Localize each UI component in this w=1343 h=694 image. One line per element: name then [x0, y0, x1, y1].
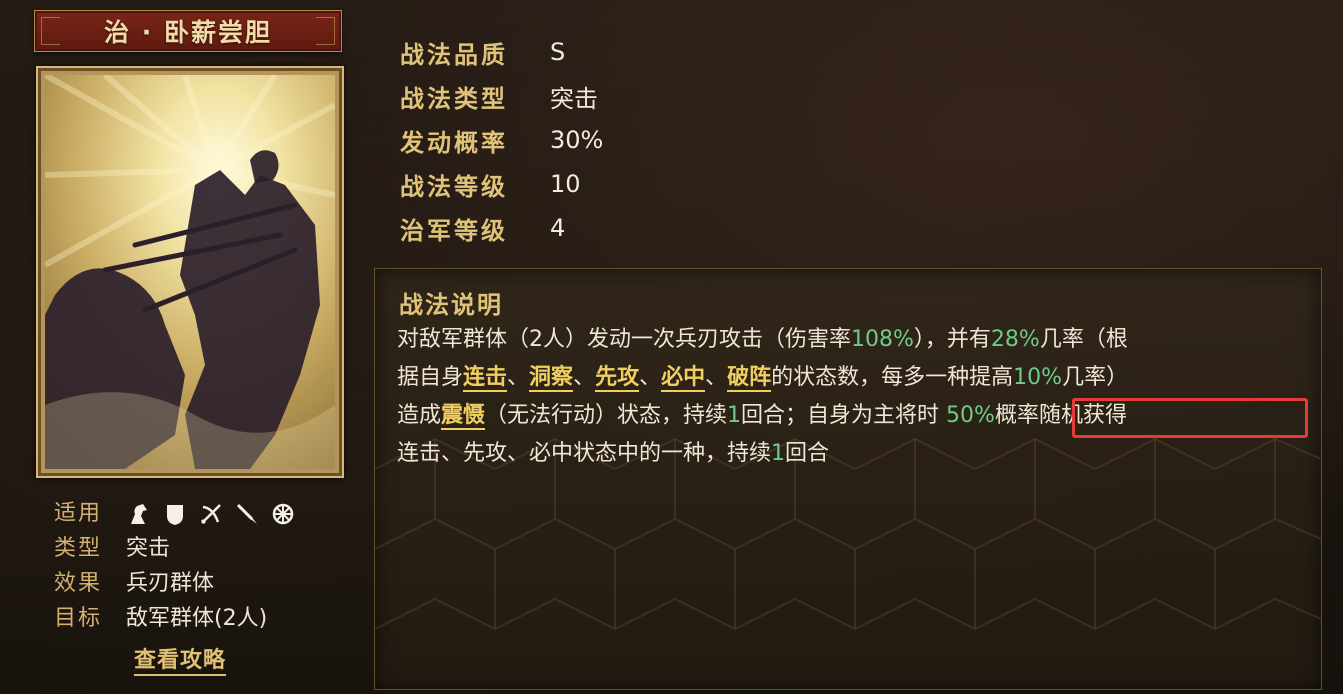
status-keyword-link[interactable]: 先攻 — [595, 365, 640, 392]
value-highlight: 10% — [1013, 365, 1063, 390]
skill-stats: 战法品质 S 战法类型 突击 发动概率 30% 战法等级 10 治军等级 4 — [400, 30, 603, 250]
stat-row-quality: 战法品质 S — [400, 30, 603, 74]
description-title: 战法说明 — [399, 291, 503, 319]
view-strategy-link[interactable]: 查看攻略 — [134, 648, 227, 676]
stat-label: 战法等级 — [400, 172, 508, 201]
skill-title-plate: 治 · 卧薪尝胆 — [34, 10, 342, 52]
value-highlight: 108% — [851, 327, 914, 352]
description-text: 回合 — [785, 441, 830, 466]
stat-value: 4 — [550, 214, 566, 242]
status-keyword-link[interactable]: 连击 — [463, 365, 508, 392]
unit-type-icons — [126, 501, 296, 527]
skill-detail-screen: 治 · 卧薪尝胆 适用 类型 突击 效果 兵刃群体 目标 敌军群体(2人) 查看… — [0, 0, 1343, 694]
stat-row-army-level: 治军等级 4 — [400, 206, 603, 250]
description-text: 造成 — [397, 403, 442, 428]
description-text: 、 — [573, 365, 596, 390]
stat-label: 战法品质 — [400, 40, 508, 69]
type-label: 类型 — [54, 536, 103, 561]
description-line: 连击、先攻、必中状态中的一种，持续1回合 — [397, 435, 1317, 473]
description-text: 、 — [507, 365, 530, 390]
archer-icon — [198, 501, 224, 527]
status-keyword-link[interactable]: 必中 — [661, 365, 706, 392]
description-text: 几率） — [1062, 365, 1129, 390]
status-keyword-link[interactable]: 破阵 — [727, 365, 772, 392]
stat-value: 30% — [550, 126, 604, 154]
info-row-effect: 效果 兵刃群体 — [54, 566, 296, 601]
description-text: 据自身 — [397, 365, 464, 390]
stat-row-trigger-rate: 发动概率 30% — [400, 118, 603, 162]
status-keyword-link[interactable]: 震慑 — [441, 403, 486, 430]
description-text: 、 — [705, 365, 728, 390]
stat-value: S — [550, 38, 566, 66]
status-keyword-link[interactable]: 洞察 — [529, 365, 574, 392]
stat-label: 发动概率 — [400, 128, 508, 157]
description-body: 对敌军群体（2人）发动一次兵刃攻击（伤害率108%），并有28%几率（根 据自身… — [397, 321, 1317, 473]
value-highlight: 1 — [727, 403, 742, 428]
description-text: 回合；自身为主将时 — [741, 403, 947, 428]
applicable-label: 适用 — [54, 501, 103, 526]
description-text: （无法行动）状态，持续 — [485, 403, 728, 428]
skill-description-panel: 战法说明 对敌军群体（2人）发动一次兵刃攻击（伤害率108%），并有28%几率（… — [374, 268, 1322, 690]
stat-value: 10 — [550, 170, 581, 198]
effect-label: 效果 — [54, 571, 103, 596]
skill-info-list: 适用 类型 突击 效果 兵刃群体 目标 敌军群体(2人) — [54, 496, 296, 636]
shield-icon — [162, 501, 188, 527]
description-line: 据自身连击、洞察、先攻、必中、破阵的状态数，每多一种提高10%几率） — [397, 359, 1317, 397]
description-line: 对敌军群体（2人）发动一次兵刃攻击（伤害率108%），并有28%几率（根 — [397, 321, 1317, 359]
spear-icon — [234, 501, 260, 527]
value-highlight: 1 — [771, 441, 786, 466]
description-text: 几率（根 — [1039, 327, 1128, 352]
highlight-box — [1072, 398, 1308, 438]
description-text: 对敌军群体（2人）发动一次兵刃攻击（伤害率 — [397, 327, 851, 352]
info-row-type: 类型 突击 — [54, 531, 296, 566]
effect-value: 兵刃群体 — [126, 571, 215, 596]
skill-card — [36, 66, 344, 478]
stat-value: 突击 — [550, 84, 598, 113]
info-row-target: 目标 敌军群体(2人) — [54, 601, 296, 636]
cavalry-icon — [126, 501, 152, 527]
value-highlight: 50% — [946, 403, 995, 428]
description-text: 的状态数，每多一种提高 — [771, 365, 1014, 390]
stat-row-type: 战法类型 突击 — [400, 74, 603, 118]
skill-title: 治 · 卧薪尝胆 — [104, 18, 272, 47]
skill-card-illustration — [45, 75, 335, 469]
description-text: 连击、先攻、必中状态中的一种，持续 — [397, 441, 772, 466]
value-highlight: 28% — [990, 327, 1040, 352]
siege-icon — [270, 501, 296, 527]
target-label: 目标 — [54, 606, 103, 631]
stat-label: 战法类型 — [400, 84, 508, 113]
description-text: 、 — [639, 365, 662, 390]
info-row-applicable: 适用 — [54, 496, 296, 531]
stat-row-skill-level: 战法等级 10 — [400, 162, 603, 206]
stat-label: 治军等级 — [400, 216, 508, 245]
type-value: 突击 — [126, 536, 171, 561]
description-text: ），并有 — [913, 327, 991, 352]
target-value: 敌军群体(2人) — [126, 606, 268, 631]
